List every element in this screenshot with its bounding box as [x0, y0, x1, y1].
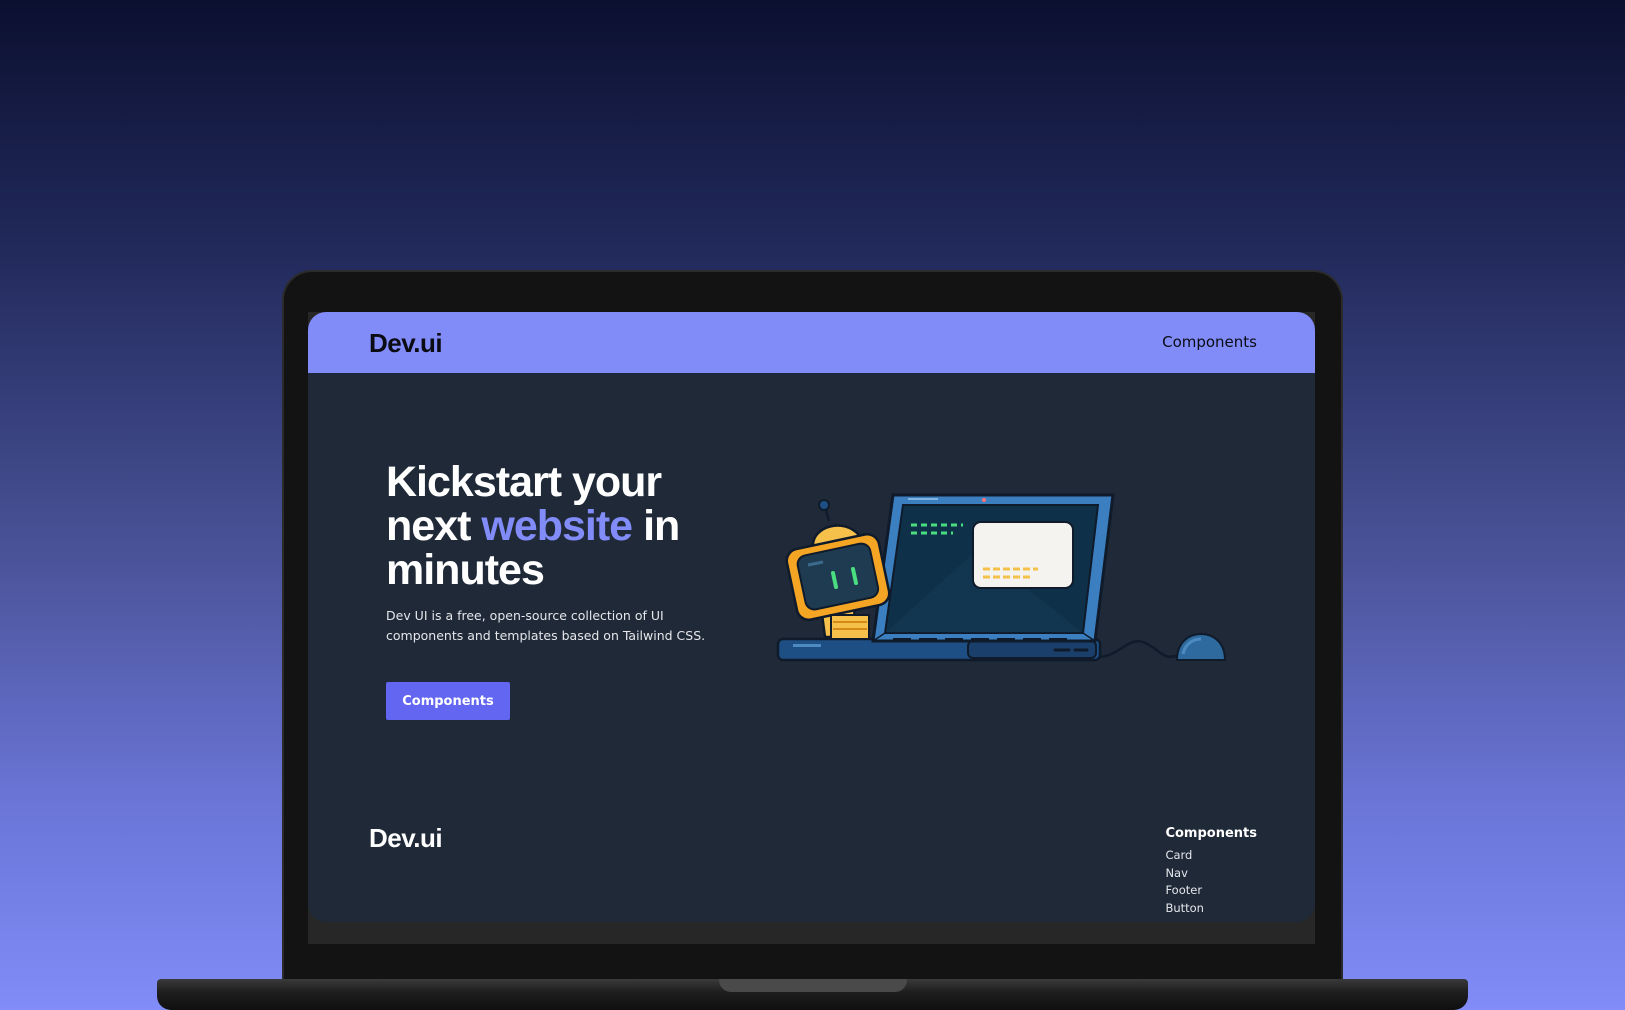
hero-description: Dev UI is a free, open-source collection… — [386, 608, 706, 643]
hero-title-in: in — [643, 502, 680, 550]
nav-link-components[interactable]: Components — [1162, 333, 1257, 351]
navbar: Dev.ui Components — [308, 312, 1315, 373]
hero-title-line3: minutes — [386, 546, 545, 594]
mouse-icon — [1175, 632, 1227, 661]
laptop-icon — [871, 493, 1115, 643]
website: Dev.ui Components Kickstart your next we… — [308, 312, 1315, 922]
hero-title-line1: Kickstart your — [386, 458, 662, 506]
laptop-base — [157, 979, 1468, 1010]
hero-title: Kickstart your next website in minutes — [386, 460, 746, 592]
footer-components-list: Components Card Nav Footer Button — [1165, 826, 1257, 917]
footer-link-nav[interactable]: Nav — [1165, 865, 1257, 883]
hero-title-accent: website — [481, 502, 633, 550]
footer-link-card[interactable]: Card — [1165, 847, 1257, 865]
footer-brand-logo[interactable]: Dev.ui — [369, 823, 443, 854]
nav-brand-logo[interactable]: Dev.ui — [369, 328, 443, 359]
footer-heading: Components — [1165, 826, 1257, 841]
footer-link-button[interactable]: Button — [1165, 900, 1257, 918]
laptop-notch — [719, 979, 907, 992]
footer-link-footer[interactable]: Footer — [1165, 882, 1257, 900]
hero-illustration — [776, 493, 1227, 662]
hero-title-next: next — [386, 502, 471, 550]
hero-components-button[interactable]: Components — [386, 682, 510, 720]
laptop-screen: Dev.ui Components Kickstart your next we… — [308, 312, 1315, 944]
